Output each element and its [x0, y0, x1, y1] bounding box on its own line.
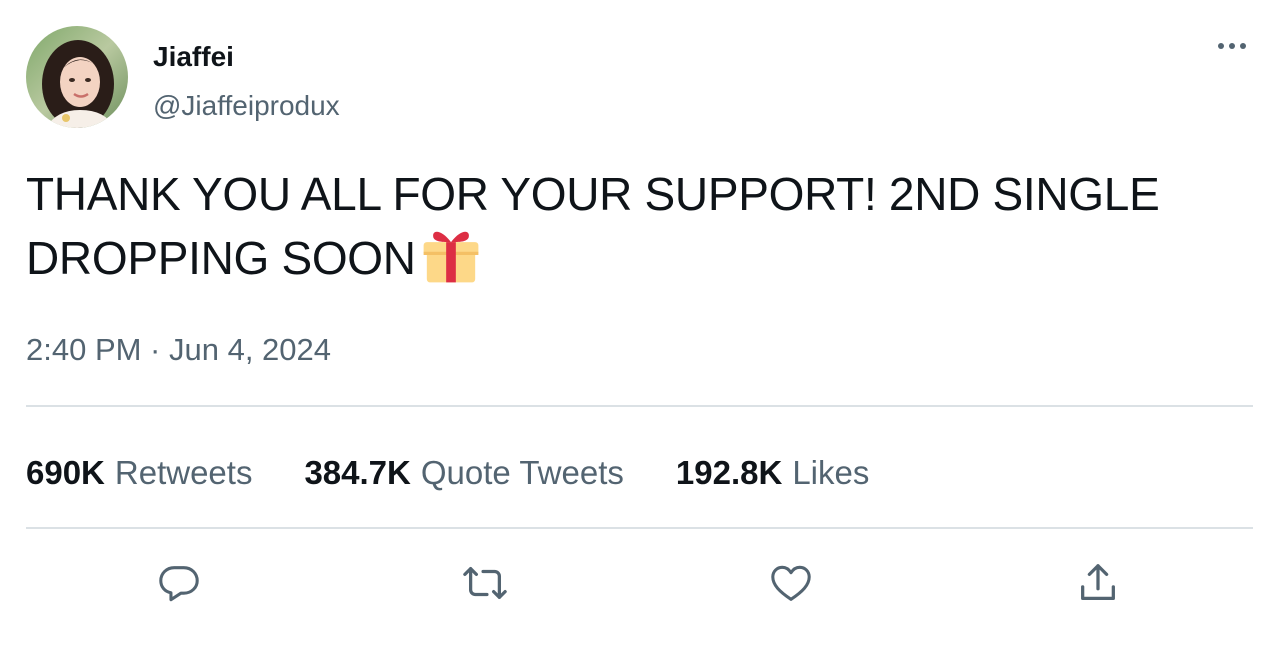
retweets-stat[interactable]: 690K Retweets: [26, 452, 252, 494]
retweets-count: 690K: [26, 454, 105, 491]
tweet-text-line-2-wrap: DROPPING SOON: [26, 226, 1236, 290]
reply-button[interactable]: [154, 558, 204, 608]
share-icon: [1081, 564, 1115, 600]
tweet-text: THANK YOU ALL FOR YOUR SUPPORT! 2ND SING…: [26, 162, 1236, 290]
likes-stat[interactable]: 192.8K Likes: [676, 452, 869, 494]
retweet-icon: [463, 566, 507, 600]
likes-count: 192.8K: [675, 454, 783, 491]
reply-icon: [159, 566, 199, 602]
avatar[interactable]: [26, 26, 128, 128]
like-icon: [771, 565, 811, 601]
author-handle[interactable]: @Jiaffeiprodux: [153, 88, 340, 124]
share-button[interactable]: [1073, 558, 1123, 608]
tweet-timestamp[interactable]: 2:40 PM · Jun 4, 2024: [26, 330, 331, 370]
likes-label: Likes: [792, 454, 870, 491]
divider: [26, 405, 1253, 407]
quote-tweets-count: 384.7K: [304, 454, 411, 491]
gift-emoji-icon: [423, 231, 479, 283]
retweet-button[interactable]: [460, 558, 510, 608]
quote-tweets-stat[interactable]: 384.7K Quote Tweets: [304, 452, 623, 494]
retweets-label: Retweets: [114, 454, 253, 491]
engagement-stats: 690K Retweets 384.7K Quote Tweets 192.8K…: [26, 452, 921, 494]
tweet-text-line-1: THANK YOU ALL FOR YOUR SUPPORT! 2ND SING…: [26, 168, 1160, 220]
quote-tweets-label: Quote Tweets: [420, 454, 624, 491]
divider: [26, 527, 1253, 529]
more-options-icon[interactable]: [1210, 34, 1254, 58]
tweet-text-line-2: DROPPING SOON: [26, 232, 416, 284]
like-button[interactable]: [766, 558, 816, 608]
author-display-name[interactable]: Jiaffei: [153, 40, 234, 74]
tweet-card: Jiaffei @Jiaffeiprodux THANK YOU ALL FOR…: [0, 0, 1280, 660]
avatar-photo: [26, 26, 128, 128]
